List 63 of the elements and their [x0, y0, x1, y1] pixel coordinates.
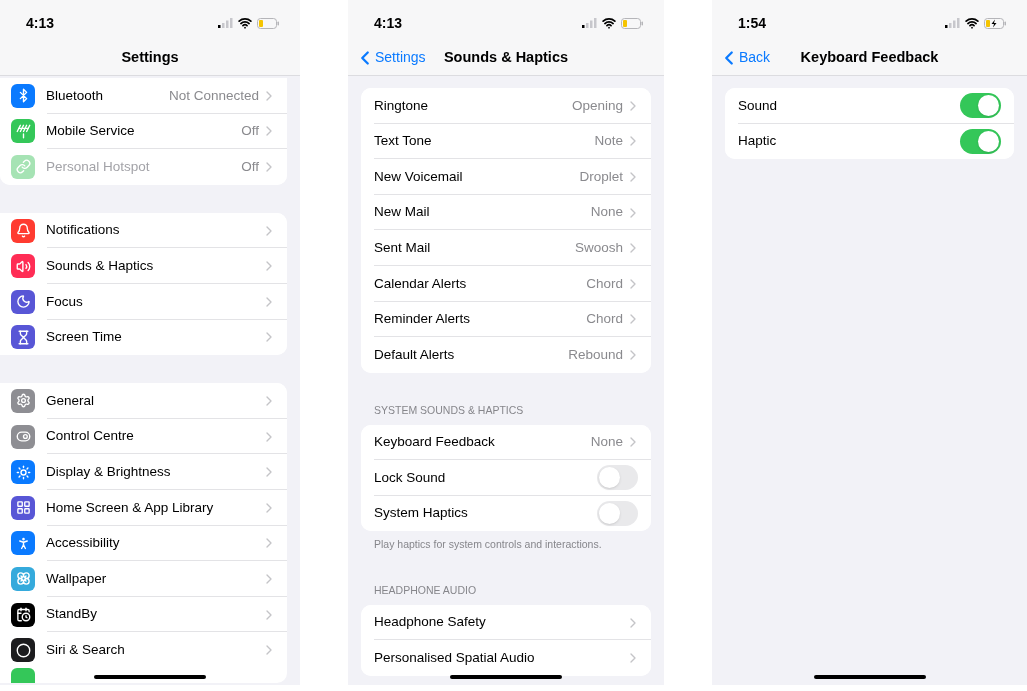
toggle-switch[interactable] [960, 128, 1001, 154]
wifi-icon [238, 16, 252, 30]
signal-icon [945, 18, 960, 28]
status-time: 1:54 [738, 13, 767, 33]
row-value: Off [241, 157, 259, 176]
row-label: Default Alerts [374, 345, 456, 364]
row-value: Swoosh [574, 239, 623, 258]
row-label: Home Screen & App Library [46, 498, 215, 517]
row-label: Mobile Service [46, 122, 136, 141]
row-value: Rebound [568, 345, 623, 364]
back-link[interactable]: Back [739, 47, 771, 68]
status-time: 4:13 [374, 13, 403, 33]
section-header: SYSTEM SOUNDS & HAPTICS [374, 402, 525, 418]
section-footer: Play haptics for system controls and interactions. [374, 537, 651, 554]
status-time: 4:13 [26, 13, 55, 33]
row-label: General [46, 391, 96, 410]
signal-icon [582, 18, 597, 28]
row-label: New Voicemail [374, 167, 464, 186]
row-label: Screen Time [46, 328, 123, 347]
nav-title: Sounds & Haptics [443, 47, 569, 67]
row-label: Display & Brightness [46, 463, 172, 481]
row-label: Haptic [738, 132, 778, 151]
row-label: System Haptics [374, 504, 469, 523]
signal-icon [218, 18, 233, 28]
row-label: Control Centre [46, 427, 135, 446]
row-label: Headphone Safety [374, 613, 487, 632]
row-value: Droplet [579, 167, 623, 186]
row-value: Chord [586, 310, 623, 329]
row-label: Personalised Spatial Audio [374, 649, 536, 668]
row-label: Lock Sound [374, 468, 447, 487]
row-label: Wallpaper [46, 569, 108, 588]
toggle-switch[interactable] [960, 93, 1001, 119]
row-label: Siri & Search [46, 641, 126, 659]
row-label: Personal Hotspot [46, 157, 151, 176]
row-value: Opening [571, 96, 623, 115]
row-label: Calendar Alerts [374, 274, 468, 293]
row-value: None [590, 433, 623, 452]
wifi-icon [602, 16, 616, 30]
row-label: Keyboard Feedback [374, 433, 496, 452]
row-label: Reminder Alerts [374, 310, 472, 329]
row-label: Ringtone [374, 96, 430, 115]
row-label: Sounds & Haptics [46, 257, 155, 276]
row-label: Sound [738, 96, 779, 115]
toggle-switch[interactable] [597, 501, 638, 526]
row-value: Off [241, 122, 259, 141]
row-label: Sent Mail [374, 239, 432, 258]
row-label: Focus [46, 292, 84, 311]
section-header: HEADPHONE AUDIO [374, 583, 478, 599]
row-label: Text Tone [374, 132, 433, 151]
row-label: StandBy [46, 605, 99, 624]
row-label: Notifications [46, 221, 121, 240]
nav-title: Settings [121, 47, 179, 67]
row-label: New Mail [374, 203, 431, 222]
row-label: Bluetooth [46, 86, 105, 105]
row-value: None [590, 203, 623, 222]
toggle-switch[interactable] [597, 465, 638, 491]
row-value: Chord [586, 274, 623, 293]
wifi-icon [965, 16, 979, 30]
row-label: Accessibility [46, 534, 121, 553]
row-value: Note [594, 132, 623, 151]
back-link[interactable]: Settings [375, 47, 426, 68]
nav-title: Keyboard Feedback [800, 47, 939, 67]
row-value: Not Connected [168, 86, 259, 105]
